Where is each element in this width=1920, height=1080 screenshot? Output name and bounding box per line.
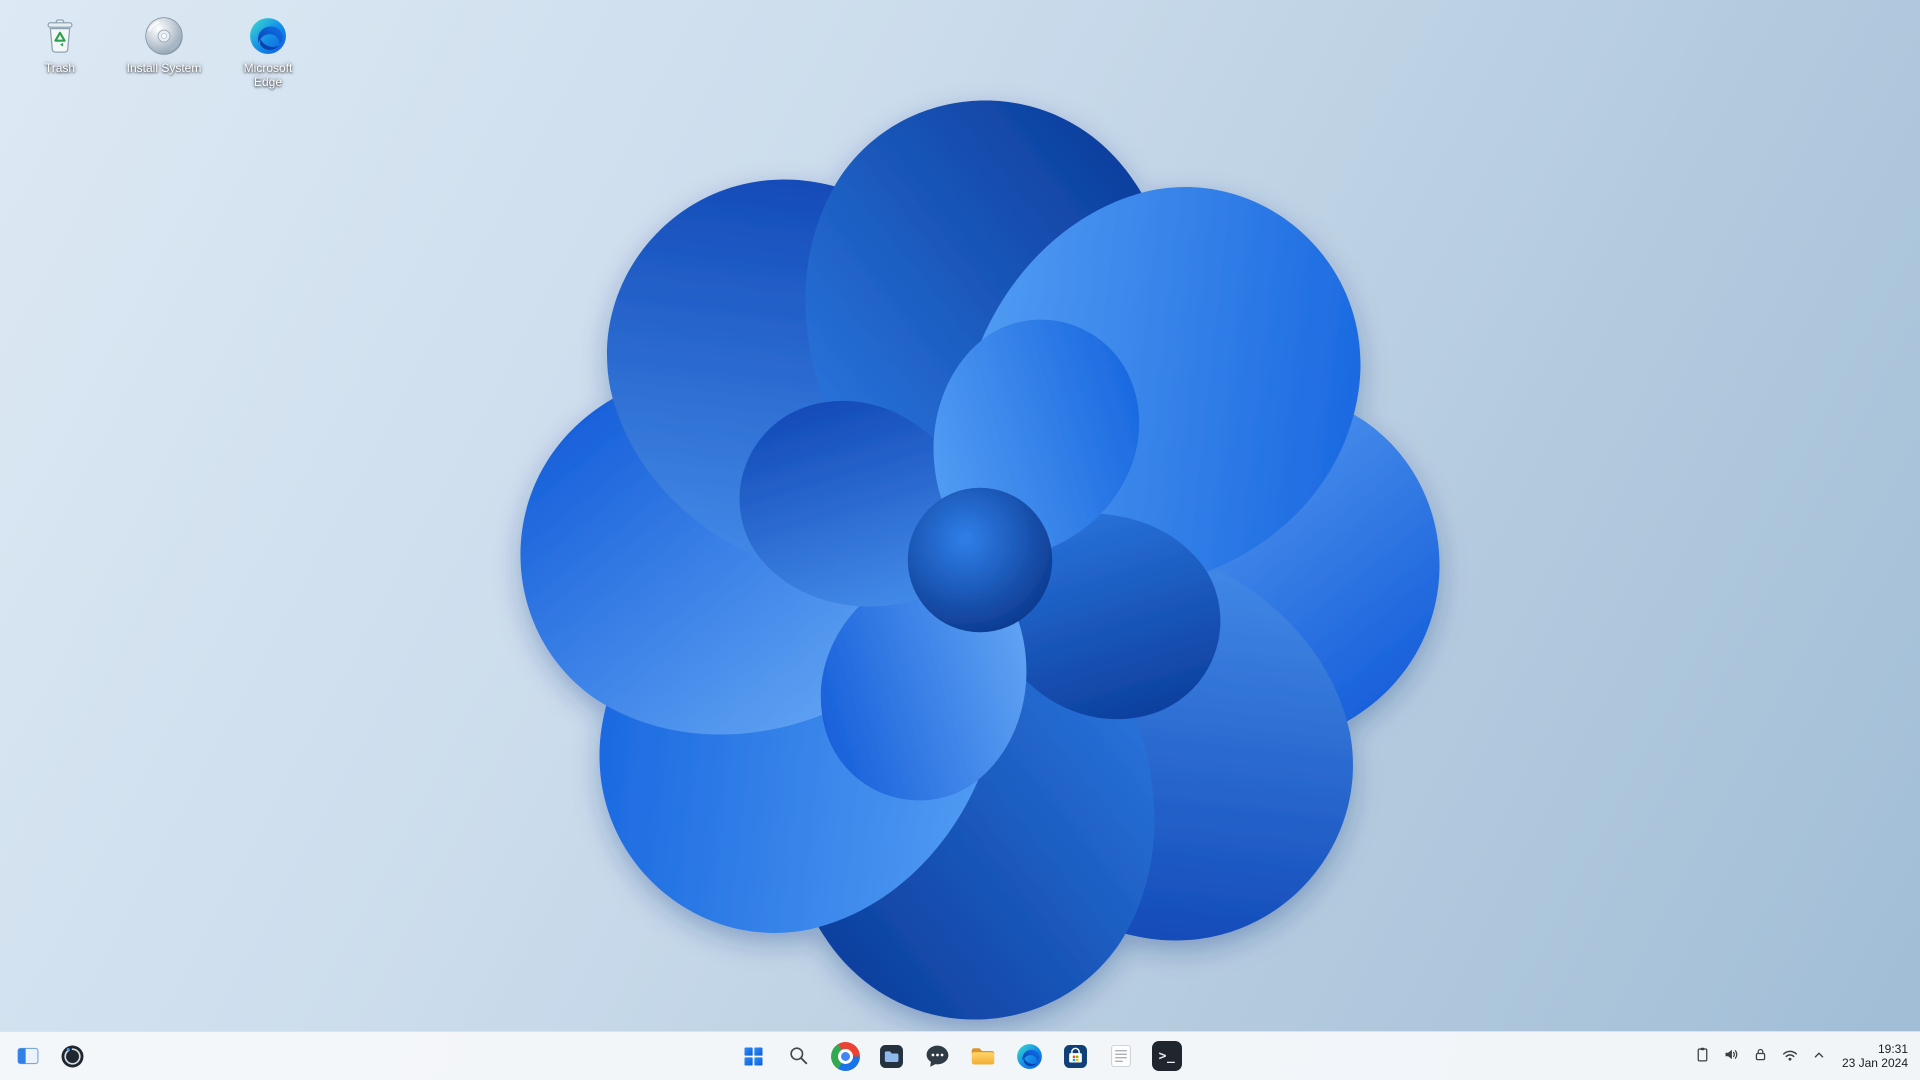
desktop-icon-label: Trash (44, 61, 76, 75)
edge-icon (246, 14, 290, 58)
swirl-logo-icon (59, 1043, 86, 1070)
taskbar-tray-cluster: 19:31 23 Jan 2024 (1689, 1032, 1918, 1080)
start-button[interactable] (733, 1036, 773, 1076)
taskbar-clock[interactable]: 19:31 23 Jan 2024 (1834, 1036, 1918, 1076)
bloom-illustration (520, 100, 1440, 1020)
lock-tray-button[interactable] (1747, 1038, 1775, 1074)
search-icon (786, 1043, 812, 1069)
search-button[interactable] (779, 1036, 819, 1076)
color-wheel-icon (830, 1041, 860, 1071)
file-explorer-button[interactable] (963, 1036, 1003, 1076)
dark-files-button[interactable] (871, 1036, 911, 1076)
notepad-button[interactable] (1101, 1036, 1141, 1076)
wallpaper-bloom (300, 40, 1660, 1050)
sidebar-window-icon (14, 1042, 42, 1070)
folder-icon (968, 1041, 998, 1071)
clipboard-icon (1694, 1046, 1711, 1066)
volume-tray-button[interactable] (1718, 1038, 1746, 1074)
terminal-button[interactable]: >_ (1147, 1036, 1187, 1076)
desktop-icon-install-system[interactable]: Install System (114, 8, 214, 95)
color-wheel-browser-button[interactable] (825, 1036, 865, 1076)
taskbar-center-cluster: >_ (733, 1032, 1187, 1080)
wifi-tray-button[interactable] (1776, 1038, 1804, 1074)
edge-browser-button[interactable] (1009, 1036, 1049, 1076)
taskbar-left-cluster (8, 1032, 92, 1080)
chevron-up-icon (1811, 1047, 1827, 1066)
dark-folder-icon (877, 1042, 906, 1071)
desktop-icon-grid: Trash Install System Microsoft Edge (10, 8, 318, 95)
store-button[interactable] (1055, 1036, 1095, 1076)
desktop: Trash Install System Microsoft Edge >_ 1… (0, 0, 1920, 1080)
windows-logo-icon (740, 1043, 767, 1070)
clipboard-tray-button[interactable] (1689, 1038, 1717, 1074)
clock-date: 23 Jan 2024 (1841, 1056, 1908, 1070)
volume-icon (1723, 1046, 1740, 1066)
swirl-logo-button[interactable] (52, 1036, 92, 1076)
terminal-icon: >_ (1152, 1041, 1182, 1071)
desktop-icon-trash[interactable]: Trash (10, 8, 110, 95)
notepad-icon (1107, 1042, 1135, 1070)
chat-button[interactable] (917, 1036, 957, 1076)
wifi-icon (1781, 1046, 1799, 1067)
terminal-prompt-glyph: >_ (1158, 1048, 1176, 1064)
sidebar-window-button[interactable] (8, 1036, 48, 1076)
edge-icon (1015, 1042, 1044, 1071)
install-disc-icon (142, 14, 186, 58)
shopping-bag-icon (1061, 1042, 1090, 1071)
tray-overflow-button[interactable] (1805, 1038, 1833, 1074)
trash-icon (38, 14, 82, 58)
desktop-icon-label: Microsoft Edge (243, 61, 293, 89)
lock-icon (1752, 1046, 1769, 1066)
desktop-icon-microsoft-edge[interactable]: Microsoft Edge (218, 8, 318, 95)
taskbar: >_ 19:31 23 Jan 2024 (0, 1031, 1920, 1080)
desktop-icon-label: Install System (126, 61, 202, 75)
chat-bubble-icon (923, 1042, 952, 1071)
clock-time: 19:31 (1877, 1042, 1908, 1056)
